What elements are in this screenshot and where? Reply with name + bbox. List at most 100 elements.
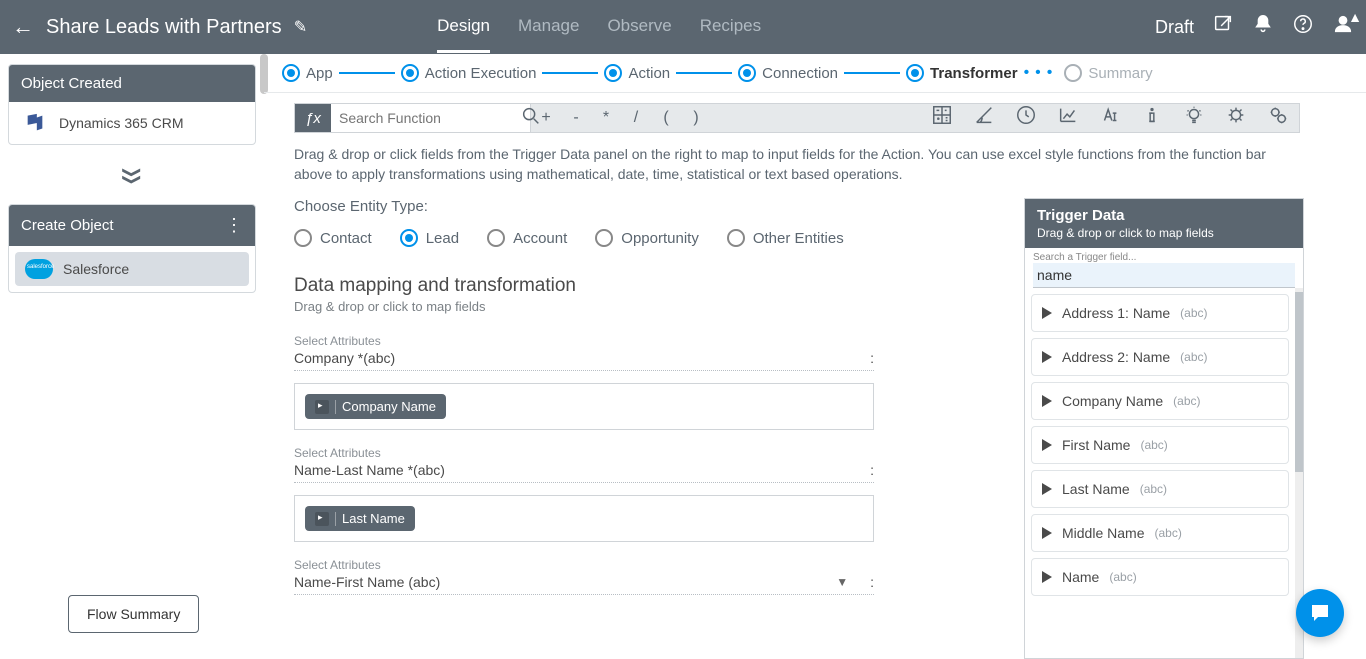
- trigger-subtitle: Drag & drop or click to map fields: [1037, 226, 1291, 240]
- trigger-field-item[interactable]: Address 1: Name(abc): [1031, 294, 1289, 332]
- tab-observe[interactable]: Observe: [607, 2, 671, 53]
- text-icon[interactable]: [1099, 104, 1121, 132]
- chart-icon[interactable]: [1057, 104, 1079, 132]
- radio-other[interactable]: Other Entities: [727, 229, 844, 247]
- card-menu-icon[interactable]: ⋮: [225, 215, 243, 236]
- trigger-data-panel: Trigger Data Drag & drop or click to map…: [1024, 198, 1304, 659]
- chip-label: Company Name: [342, 399, 436, 414]
- gear-icon[interactable]: [1267, 104, 1289, 132]
- help-text: Drag & drop or click fields from the Tri…: [264, 139, 1366, 198]
- step-connector-dots: •••: [1024, 64, 1059, 82]
- step-connector: [676, 72, 732, 74]
- status-label: Draft: [1155, 17, 1194, 38]
- field-chip[interactable]: Company Name: [305, 394, 446, 419]
- chip-source-icon: [315, 400, 329, 414]
- step-connection[interactable]: Connection: [738, 64, 838, 82]
- tab-recipes[interactable]: Recipes: [700, 2, 761, 53]
- flow-summary-button[interactable]: Flow Summary: [68, 595, 199, 633]
- trigger-panel-header: Trigger Data Drag & drop or click to map…: [1025, 199, 1303, 248]
- op-rparen[interactable]: ): [681, 109, 711, 127]
- edit-icon[interactable]: ✎: [294, 17, 307, 37]
- trigger-search-label: Search a Trigger field...: [1033, 252, 1295, 263]
- op-minus[interactable]: -: [561, 109, 591, 127]
- step-action[interactable]: Action: [604, 64, 670, 82]
- step-connector: [339, 72, 395, 74]
- sidebar: Object Created Dynamics 365 CRM ❯❯ .chev…: [0, 54, 264, 659]
- field-chip[interactable]: Last Name: [305, 506, 415, 531]
- chip-label: Last Name: [342, 511, 405, 526]
- step-action-exec[interactable]: Action Execution: [401, 64, 537, 82]
- help-icon[interactable]: [1292, 13, 1314, 41]
- attr-label: Company *(abc): [294, 350, 862, 366]
- trigger-field-item[interactable]: Company Name(abc): [1031, 382, 1289, 420]
- trigger-field-item[interactable]: Address 2: Name(abc): [1031, 338, 1289, 376]
- app-header: ← Share Leads with Partners ✎ Design Man…: [0, 0, 1366, 54]
- virus-icon[interactable]: [1225, 104, 1247, 132]
- back-arrow-icon[interactable]: ←: [12, 14, 34, 40]
- field-icon: [1042, 307, 1052, 319]
- trigger-field-item[interactable]: First Name(abc): [1031, 426, 1289, 464]
- clock-icon[interactable]: [1015, 104, 1037, 132]
- main-area: App Action Execution Action Connection T…: [264, 54, 1366, 659]
- chat-fab[interactable]: [1296, 589, 1344, 637]
- entity-type-label: Choose Entity Type:: [294, 198, 1004, 215]
- trigger-search-wrap: Search a Trigger field...: [1025, 248, 1303, 288]
- chip-source-icon: [315, 512, 329, 526]
- angle-icon[interactable]: [973, 104, 995, 132]
- chip-divider: [335, 400, 336, 414]
- page-title: Share Leads with Partners: [46, 16, 282, 39]
- radio-lead[interactable]: Lead: [400, 229, 459, 247]
- attr-block-firstname: Select Attributes Name-First Name (abc) …: [294, 558, 874, 595]
- map-input-lastname[interactable]: Last Name: [294, 495, 874, 542]
- trigger-list: Address 1: Name(abc) Address 2: Name(abc…: [1025, 288, 1295, 658]
- radio-account[interactable]: Account: [487, 229, 567, 247]
- function-bar: ƒx + - * / ( ): [294, 103, 1300, 133]
- map-input-company[interactable]: Company Name: [294, 383, 874, 430]
- op-plus[interactable]: +: [531, 109, 561, 127]
- flow-arrow-down-icon[interactable]: ❯❯: [122, 73, 143, 275]
- trigger-search-input[interactable]: [1033, 263, 1295, 288]
- bulb-icon[interactable]: [1183, 104, 1205, 132]
- trigger-field-item[interactable]: Last Name(abc): [1031, 470, 1289, 508]
- header-tabs: Design Manage Observe Recipes: [437, 2, 761, 53]
- attr-label: Name-Last Name *(abc): [294, 462, 862, 478]
- step-summary[interactable]: Summary: [1064, 64, 1152, 82]
- field-icon: [1042, 439, 1052, 451]
- field-icon: [1042, 571, 1052, 583]
- step-transformer[interactable]: Transformer: [906, 64, 1018, 82]
- chevron-down-icon[interactable]: ▼: [836, 575, 854, 589]
- function-search-input[interactable]: [339, 110, 520, 126]
- entity-radio-group: Contact Lead Account Opportunity Other E…: [294, 229, 1004, 247]
- step-connector: [542, 72, 598, 74]
- attr-row[interactable]: Company *(abc) :: [294, 350, 874, 371]
- op-lparen[interactable]: (: [651, 109, 681, 127]
- info-icon[interactable]: [1141, 104, 1163, 132]
- tab-manage[interactable]: Manage: [518, 2, 579, 53]
- attr-row-select[interactable]: Name-First Name (abc) ▼ :: [294, 574, 874, 595]
- colon: :: [862, 350, 874, 366]
- fx-category-icons: [931, 104, 1299, 132]
- math-icon[interactable]: [931, 104, 953, 132]
- step-app[interactable]: App: [282, 64, 333, 82]
- mapping-subtitle: Drag & drop or click to map fields: [294, 299, 1004, 314]
- trigger-title: Trigger Data: [1037, 207, 1291, 224]
- open-external-icon[interactable]: [1212, 13, 1234, 41]
- user-icon[interactable]: ▲: [1332, 13, 1354, 41]
- card-title: Object Created: [21, 75, 122, 92]
- trigger-field-item[interactable]: Middle Name(abc): [1031, 514, 1289, 552]
- field-icon: [1042, 483, 1052, 495]
- op-div[interactable]: /: [621, 109, 651, 127]
- radio-opportunity[interactable]: Opportunity: [595, 229, 699, 247]
- radio-contact[interactable]: Contact: [294, 229, 372, 247]
- tab-design[interactable]: Design: [437, 2, 490, 53]
- attr-hint: Select Attributes: [294, 558, 874, 572]
- bell-icon[interactable]: [1252, 13, 1274, 41]
- trigger-field-item[interactable]: Name(abc): [1031, 558, 1289, 596]
- op-mult[interactable]: *: [591, 109, 621, 127]
- field-icon: [1042, 527, 1052, 539]
- field-icon: [1042, 395, 1052, 407]
- attr-hint: Select Attributes: [294, 446, 874, 460]
- colon: :: [862, 574, 874, 590]
- attr-row[interactable]: Name-Last Name *(abc) :: [294, 462, 874, 483]
- attr-block-company: Select Attributes Company *(abc) : Compa…: [294, 334, 874, 430]
